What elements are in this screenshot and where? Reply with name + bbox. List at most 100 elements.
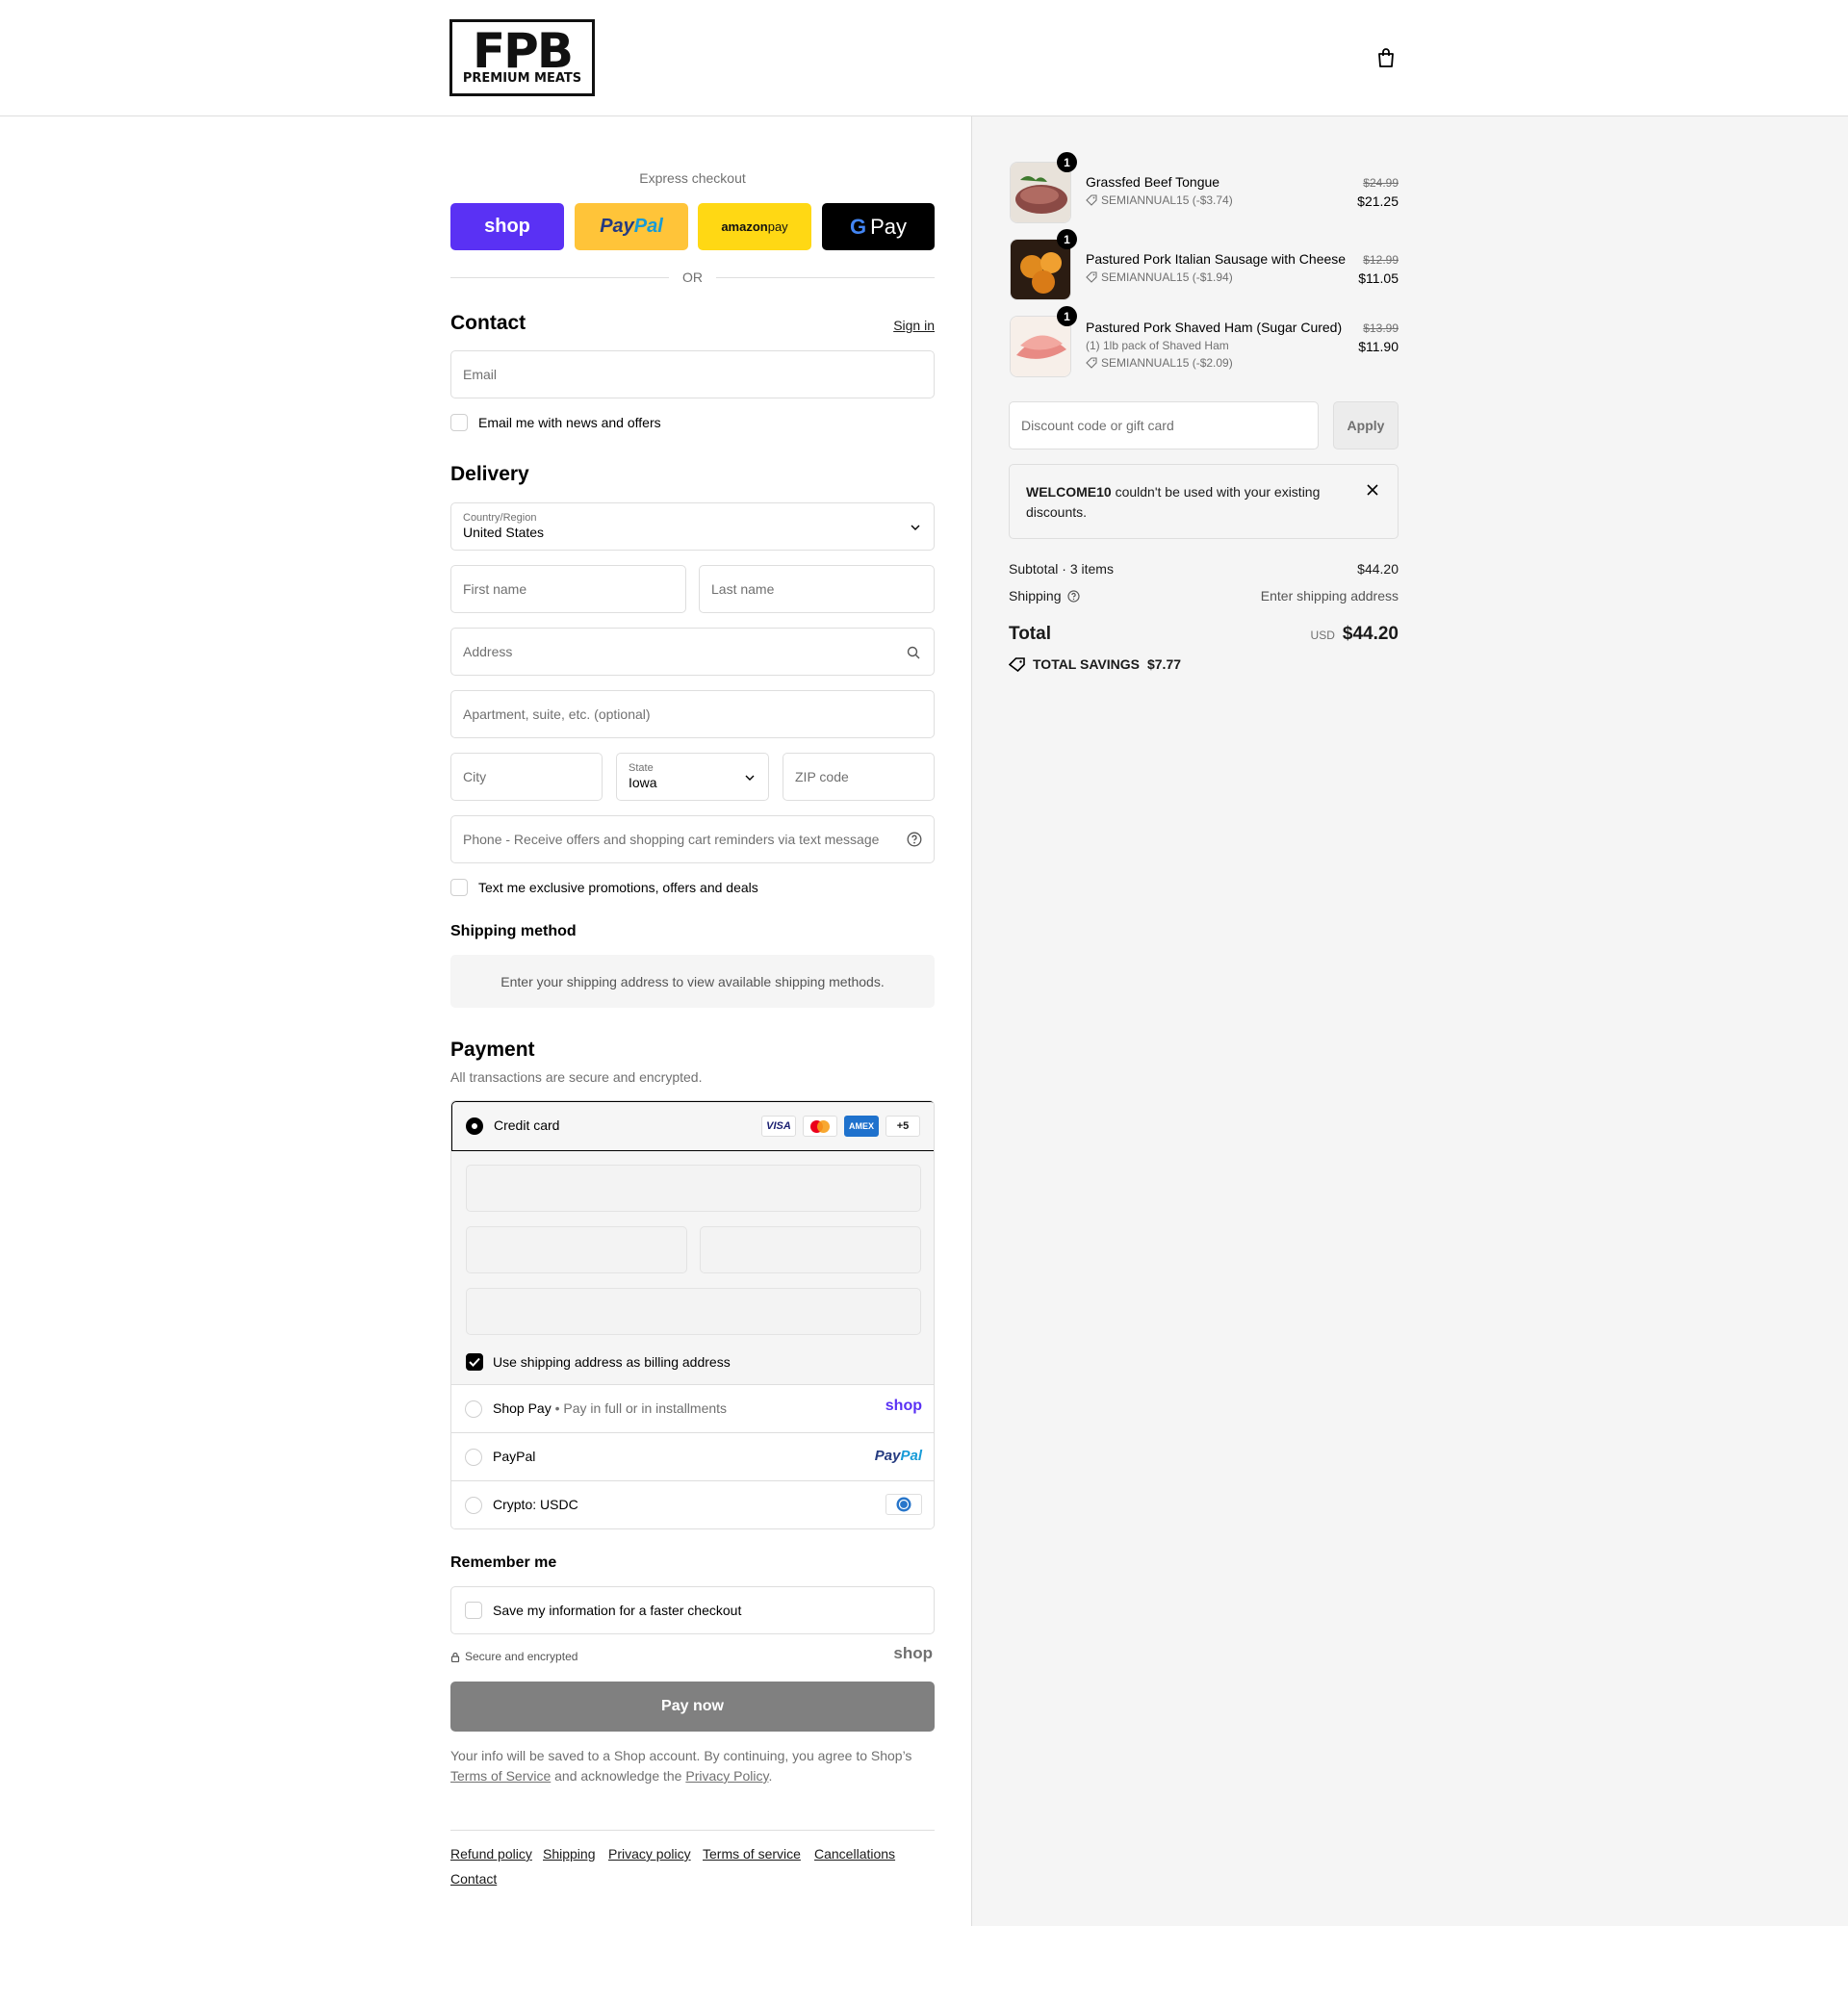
email-field[interactable]: Email xyxy=(450,350,935,398)
product-variant: (1) 1lb pack of Shaved Ham xyxy=(1086,339,1229,352)
save-info-checkbox[interactable] xyxy=(465,1602,482,1619)
address-field[interactable]: Address xyxy=(450,628,935,676)
savings-value: $7.77 xyxy=(1146,656,1182,672)
card-number-field[interactable] xyxy=(466,1165,921,1212)
shop-pay-radio[interactable] xyxy=(465,1400,482,1418)
tag-icon xyxy=(1086,271,1097,283)
privacy-policy-link[interactable]: Privacy policy xyxy=(608,1846,691,1862)
quantity-badge: 1 xyxy=(1057,306,1077,326)
paypal-option[interactable]: PayPal PayPal xyxy=(451,1433,934,1481)
express-checkout-title: Express checkout xyxy=(639,170,746,186)
state-value: Iowa xyxy=(629,775,657,790)
refund-policy-link[interactable]: Refund policy xyxy=(450,1846,532,1862)
product-name: Pastured Pork Shaved Ham (Sugar Cured) xyxy=(1086,320,1343,335)
shop-pay-option[interactable]: Shop Pay • Pay in full or in installment… xyxy=(451,1385,934,1433)
pay-now-button[interactable]: Pay now xyxy=(450,1682,935,1732)
cancellations-link[interactable]: Cancellations xyxy=(814,1846,895,1862)
zip-field[interactable]: ZIP code xyxy=(783,753,935,801)
shipping-policy-link[interactable]: Shipping xyxy=(543,1846,596,1862)
shipping-method-heading: Shipping method xyxy=(450,923,577,939)
zip-placeholder: ZIP code xyxy=(795,769,849,784)
remember-me-heading: Remember me xyxy=(450,1554,557,1571)
shipping-method-message: Enter your shipping address to view avai… xyxy=(500,973,885,989)
paypal-logo: PayPal xyxy=(875,1448,922,1464)
bullet-separator: • xyxy=(551,1400,564,1416)
shipping-method-notice: Enter your shipping address to view avai… xyxy=(450,955,935,1008)
original-price: $24.99 xyxy=(1363,176,1399,190)
check-icon xyxy=(469,1357,480,1367)
country-select[interactable]: Country/Region United States xyxy=(450,502,935,551)
shipping-label: Shipping xyxy=(1009,588,1062,603)
apartment-field[interactable]: Apartment, suite, etc. (optional) xyxy=(450,690,935,738)
paypal-option-label: PayPal xyxy=(493,1449,536,1464)
shopping-bag-icon[interactable] xyxy=(1376,47,1396,68)
paypal-label-pay: Pay xyxy=(600,216,634,237)
crypto-option[interactable]: Crypto: USDC xyxy=(451,1481,934,1528)
help-icon[interactable] xyxy=(1066,589,1080,603)
secure-notice: Secure and encrypted xyxy=(450,1650,578,1663)
contact-heading: Contact xyxy=(450,312,526,334)
contact-link[interactable]: Contact xyxy=(450,1871,497,1887)
legal-text: Your info will be saved to a Shop accoun… xyxy=(450,1746,935,1786)
credit-card-radio[interactable] xyxy=(466,1117,483,1135)
phone-field[interactable]: Phone - Receive offers and shopping cart… xyxy=(450,815,935,863)
logo-main-text: FPB xyxy=(473,23,574,79)
terms-of-service-link[interactable]: Terms of service xyxy=(703,1846,801,1862)
country-label: Country/Region xyxy=(463,512,537,524)
shop-privacy-link[interactable]: Privacy Policy xyxy=(685,1768,768,1784)
subtotal-value: $44.20 xyxy=(1357,561,1399,577)
discounted-price: $11.90 xyxy=(1358,339,1399,354)
google-pay-express-button[interactable]: G Pay xyxy=(822,203,935,250)
payment-methods: Credit card VISA AMEX +5 Use shipping ad… xyxy=(450,1100,935,1529)
paypal-express-button[interactable]: Pay Pal xyxy=(575,203,688,250)
total-value: $44.20 xyxy=(1342,624,1399,644)
first-name-field[interactable]: First name xyxy=(450,565,686,613)
address-placeholder: Address xyxy=(463,644,513,659)
shop-terms-link[interactable]: Terms of Service xyxy=(450,1768,551,1784)
product-discount: SEMIANNUAL15 (-$2.09) xyxy=(1086,356,1233,370)
newsletter-checkbox[interactable] xyxy=(450,414,468,431)
first-name-placeholder: First name xyxy=(463,581,527,597)
security-code-field[interactable] xyxy=(700,1226,921,1273)
payment-subtitle: All transactions are secure and encrypte… xyxy=(450,1069,703,1085)
expiration-field[interactable] xyxy=(466,1226,687,1273)
store-logo[interactable]: FPB PREMIUM MEATS xyxy=(449,19,595,96)
amex-icon: AMEX xyxy=(844,1116,879,1137)
newsletter-label: Email me with news and offers xyxy=(478,415,661,430)
sms-checkbox[interactable] xyxy=(450,879,468,896)
original-price: $13.99 xyxy=(1363,321,1399,335)
error-code: WELCOME10 xyxy=(1026,484,1112,500)
shop-pay-express-button[interactable]: shop xyxy=(450,203,564,250)
legal-text-a: Your info will be saved to a Shop accoun… xyxy=(450,1748,912,1763)
total-label: Total xyxy=(1009,624,1051,644)
paypal-radio[interactable] xyxy=(465,1449,482,1466)
crypto-radio[interactable] xyxy=(465,1497,482,1514)
product-discount: SEMIANNUAL15 (-$3.74) xyxy=(1086,193,1233,207)
save-info-option[interactable]: Save my information for a faster checkou… xyxy=(450,1586,935,1634)
amazon-pay-express-button[interactable]: amazon pay xyxy=(698,203,811,250)
total-amount: USD $44.20 xyxy=(1311,624,1399,645)
card-details-panel: Use shipping address as billing address xyxy=(451,1151,934,1385)
city-field[interactable]: City xyxy=(450,753,603,801)
credit-card-option[interactable]: Credit card VISA AMEX +5 xyxy=(451,1101,934,1151)
shipping-value: Enter shipping address xyxy=(1260,588,1399,603)
lock-icon xyxy=(450,1652,460,1662)
country-value: United States xyxy=(463,525,545,540)
sign-in-link[interactable]: Sign in xyxy=(893,318,935,333)
divider-line xyxy=(716,276,935,278)
help-icon[interactable] xyxy=(907,832,922,847)
secure-text: Secure and encrypted xyxy=(465,1650,578,1663)
discount-code-field[interactable]: Discount code or gift card xyxy=(1009,401,1319,449)
savings-label: TOTAL SAVINGS xyxy=(1033,656,1140,672)
name-on-card-field[interactable] xyxy=(466,1288,921,1335)
cart-item: 1 Pastured Pork Shaved Ham (Sugar Cured)… xyxy=(1009,306,1399,389)
product-discount: SEMIANNUAL15 (-$1.94) xyxy=(1086,270,1233,284)
close-icon[interactable] xyxy=(1367,484,1378,496)
last-name-field[interactable]: Last name xyxy=(699,565,935,613)
divider-line xyxy=(450,276,669,278)
apply-button[interactable]: Apply xyxy=(1333,401,1399,449)
chevron-down-icon xyxy=(911,525,920,530)
quantity-badge: 1 xyxy=(1057,229,1077,249)
state-select[interactable]: State Iowa xyxy=(616,753,769,801)
billing-address-checkbox[interactable] xyxy=(466,1353,483,1371)
